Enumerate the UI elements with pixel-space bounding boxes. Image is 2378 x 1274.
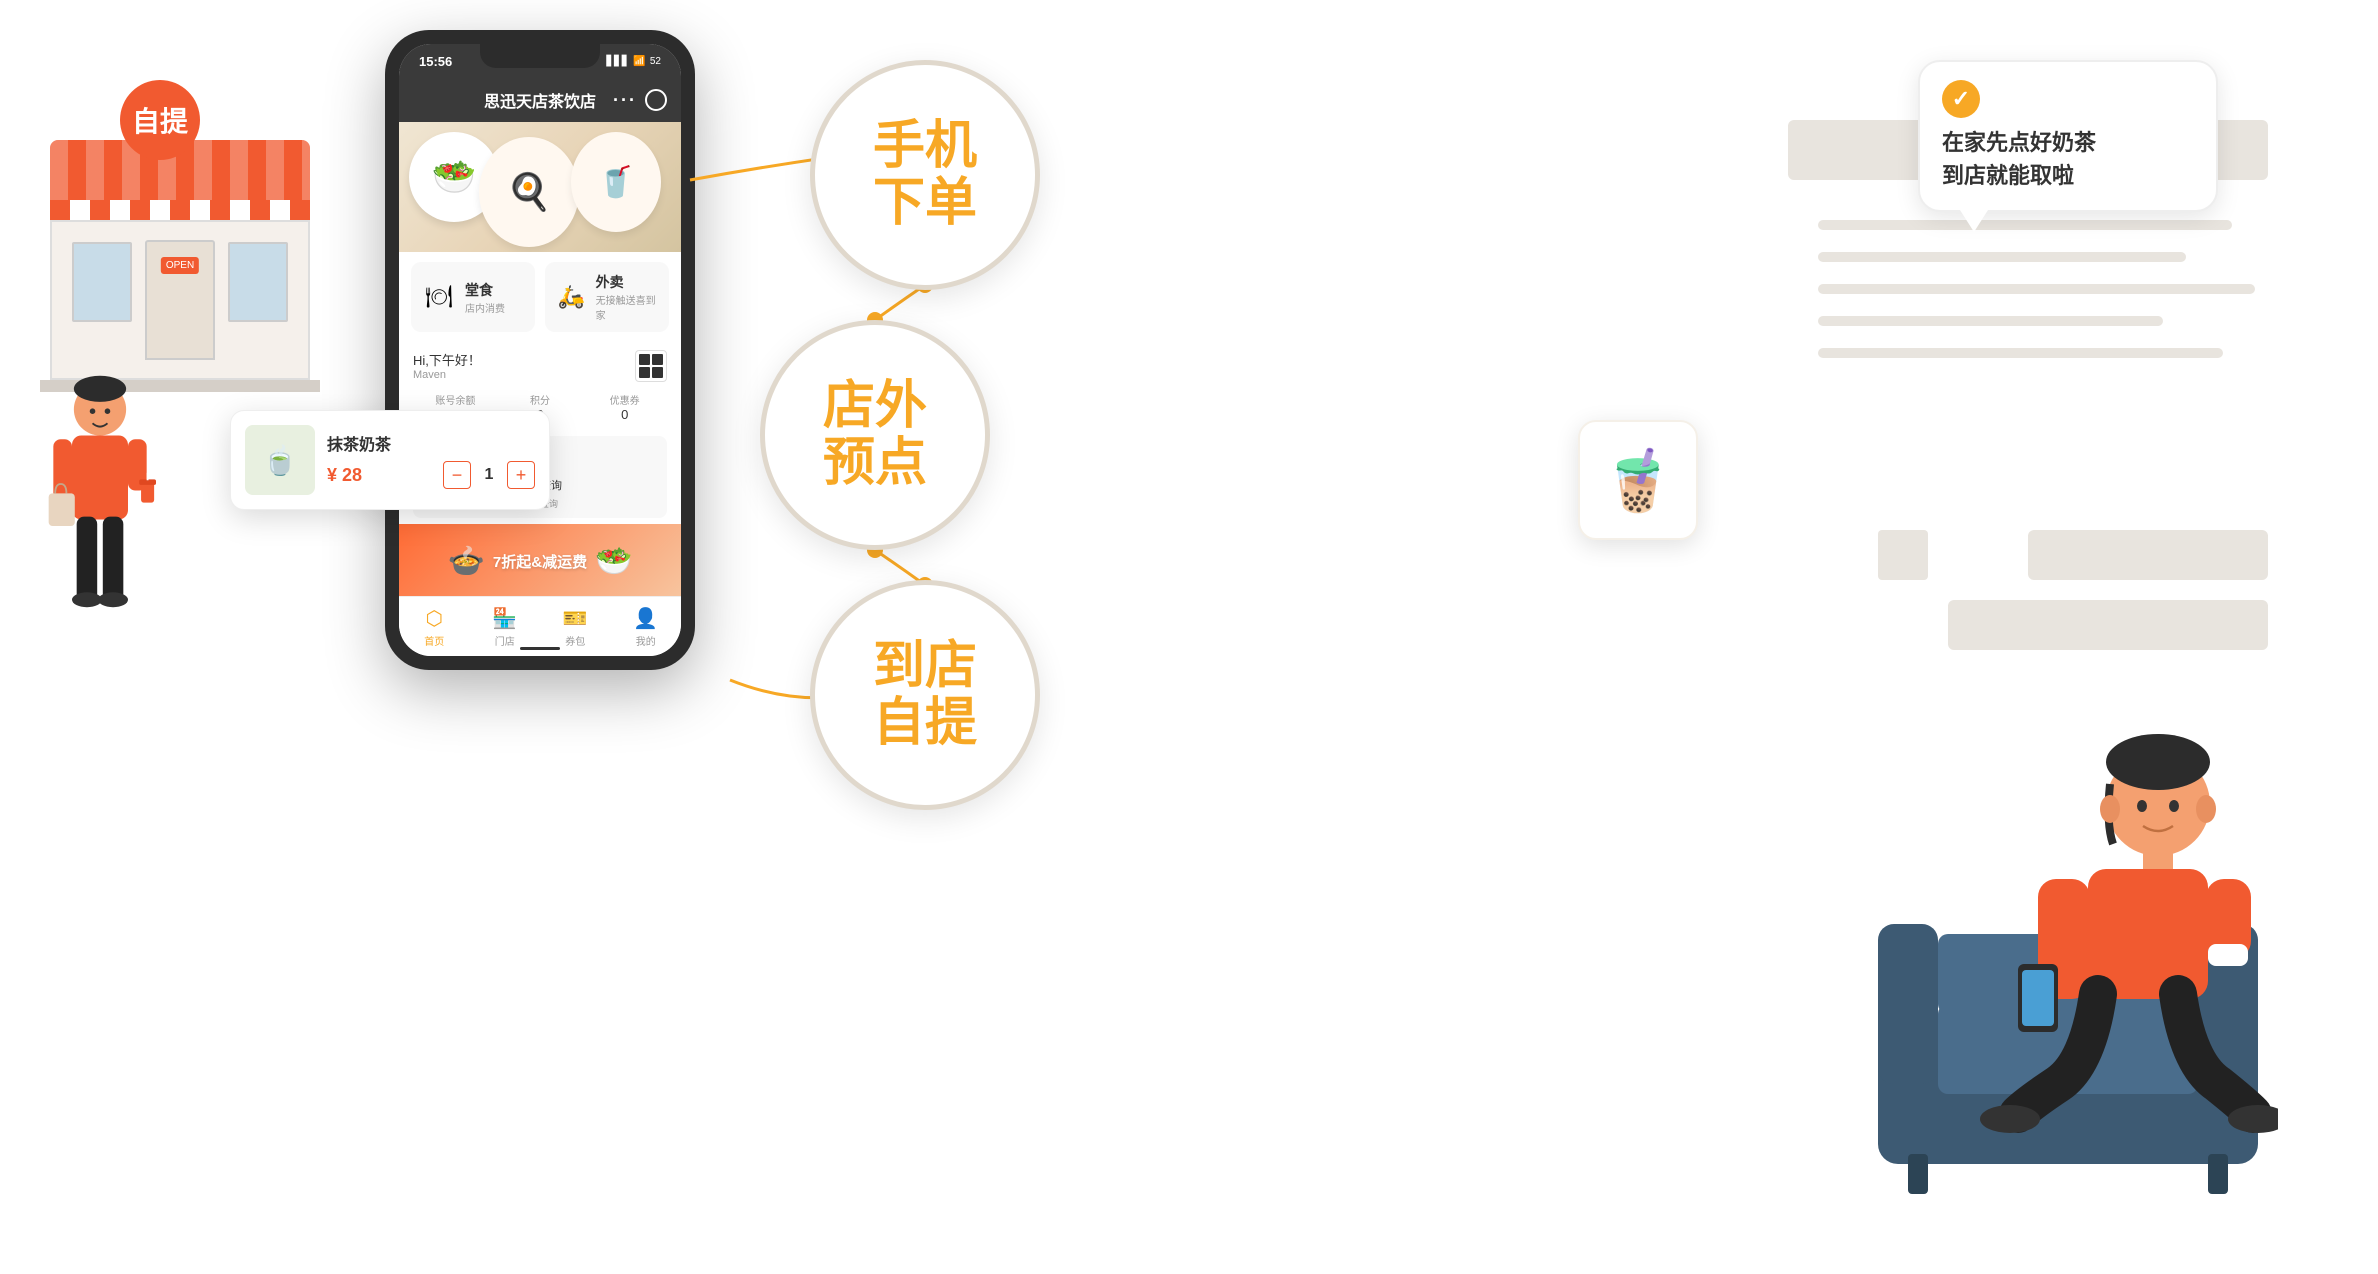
dine-in-subtitle: 店内消费 bbox=[465, 300, 505, 315]
bg-line-2 bbox=[1818, 252, 2186, 262]
wifi-icon: 📶 bbox=[633, 56, 645, 67]
store-illustration: 自提 OPEN bbox=[20, 80, 340, 392]
battery-indicator: 52 bbox=[650, 56, 661, 67]
dine-in-title: 堂食 bbox=[465, 280, 505, 300]
bg-decorative-lines bbox=[1818, 220, 2278, 380]
drink-icon-card: 🧋 bbox=[1578, 420, 1698, 540]
sitting-person-illustration bbox=[1858, 644, 2278, 1224]
phone-mockup: 15:56 ▋▋▋ 📶 52 思迅天店茶饮店 ··· 🥗 🍳 bbox=[370, 30, 710, 670]
promo-food-icon: 🍲 bbox=[448, 544, 485, 579]
product-image: 🍵 bbox=[245, 425, 315, 495]
bubble-tail bbox=[1960, 210, 1988, 232]
status-time: 15:56 bbox=[419, 54, 452, 69]
home-nav-icon: ⬡ bbox=[426, 606, 443, 631]
circle-pickup-label: 到店 自提 bbox=[873, 638, 977, 752]
more-options-icon[interactable]: ··· bbox=[613, 90, 637, 111]
home-nav-label: 首页 bbox=[424, 633, 444, 648]
bg-rect-mid bbox=[2028, 530, 2268, 580]
phone-notch bbox=[480, 44, 600, 68]
app-title: 思迅天店茶饮店 bbox=[484, 88, 596, 112]
speech-bubble: ✓ 在家先点好奶茶 到店就能取啦 bbox=[1918, 60, 2218, 212]
store-building: OPEN bbox=[20, 140, 340, 392]
nav-bag[interactable]: 🎫 券包 bbox=[540, 606, 611, 648]
food-plate-3: 🥤 bbox=[571, 132, 661, 232]
circle-pickup: 到店 自提 bbox=[810, 580, 1040, 810]
store-door: OPEN bbox=[145, 240, 215, 360]
signal-icon: ▋▋▋ bbox=[606, 56, 629, 67]
store-window-left bbox=[72, 242, 132, 322]
points-label: 积分 bbox=[498, 392, 583, 407]
me-nav-icon: 👤 bbox=[633, 606, 658, 631]
nav-home[interactable]: ⬡ 首页 bbox=[399, 606, 470, 648]
bag-nav-label: 券包 bbox=[565, 633, 585, 648]
phone-outer-frame: 15:56 ▋▋▋ 📶 52 思迅天店茶饮店 ··· 🥗 🍳 bbox=[385, 30, 695, 670]
store-nav-icon: 🏪 bbox=[492, 606, 517, 631]
promo-banner: 🍲 7折起&减运费 🥗 bbox=[399, 524, 681, 599]
greeting-section: Hi,下午好！ Maven bbox=[399, 342, 681, 388]
product-info: 抹茶奶茶 ¥ 28 − 1 + bbox=[327, 431, 535, 489]
store-door-sign: OPEN bbox=[161, 257, 199, 274]
product-price: ¥ 28 bbox=[327, 465, 362, 486]
bg-small-rect bbox=[1878, 530, 1928, 580]
circle-mobile-order-label: 手机 下单 bbox=[873, 118, 977, 232]
service-cards-row: 🍽 堂食 店内消费 🛵 外卖 无接触送喜到家 bbox=[399, 252, 681, 342]
bubble-checkmark-icon: ✓ bbox=[1942, 80, 1980, 118]
store-nav-label: 门店 bbox=[495, 633, 515, 648]
circle-mobile-order: 手机 下单 bbox=[810, 60, 1040, 290]
app-header: 思迅天店茶饮店 ··· bbox=[399, 78, 681, 122]
right-illustration: ✓ 在家先点好奶茶 到店就能取啦 🧋 bbox=[1478, 0, 2378, 1274]
bg-line-5 bbox=[1818, 348, 2223, 358]
hero-food-image: 🥗 🍳 🥤 bbox=[399, 122, 681, 252]
delivery-title: 外卖 bbox=[596, 272, 659, 292]
drink-icon: 🧋 bbox=[1601, 445, 1676, 516]
store-window-right bbox=[228, 242, 288, 322]
qty-decrease-button[interactable]: − bbox=[443, 461, 471, 489]
store-front: OPEN bbox=[50, 220, 310, 380]
food-plate-2: 🍳 bbox=[479, 137, 579, 247]
nav-store[interactable]: 🏪 门店 bbox=[470, 606, 541, 648]
bag-nav-icon: 🎫 bbox=[563, 606, 588, 631]
bottom-navigation: ⬡ 首页 🏪 门店 🎫 券包 👤 我的 bbox=[399, 596, 681, 656]
coupon-label: 优惠券 bbox=[582, 392, 667, 407]
circle-outside-order: 店外 预点 bbox=[760, 320, 990, 550]
dine-in-icon: 🍽 bbox=[421, 279, 457, 315]
bubble-text: 在家先点好奶茶 到店就能取啦 bbox=[1942, 126, 2194, 192]
coupon-stat: 优惠券 0 bbox=[582, 392, 667, 422]
coupon-value: 0 bbox=[582, 407, 667, 422]
bg-line-4 bbox=[1818, 316, 2163, 326]
product-name: 抹茶奶茶 bbox=[327, 431, 535, 455]
bg-line-1 bbox=[1818, 220, 2232, 230]
greeting-text: Hi,下午好！ bbox=[413, 350, 481, 369]
qty-increase-button[interactable]: + bbox=[507, 461, 535, 489]
promo-text: 7折起&减运费 bbox=[493, 551, 587, 572]
balance-label: 账号余额 bbox=[413, 392, 498, 407]
delivery-icon: 🛵 bbox=[555, 279, 588, 315]
qr-code-icon[interactable] bbox=[635, 350, 667, 382]
phone-screen: 15:56 ▋▋▋ 📶 52 思迅天店茶饮店 ··· 🥗 🍳 bbox=[399, 44, 681, 656]
bg-rect-bottom bbox=[1948, 600, 2268, 650]
qty-number: 1 bbox=[479, 466, 499, 484]
product-card-overlay: 🍵 抹茶奶茶 ¥ 28 − 1 + bbox=[230, 410, 550, 510]
dine-in-card[interactable]: 🍽 堂食 店内消费 bbox=[411, 262, 535, 332]
user-name: Maven bbox=[413, 369, 481, 381]
delivery-subtitle: 无接触送喜到家 bbox=[596, 292, 659, 322]
delivery-card[interactable]: 🛵 外卖 无接触送喜到家 bbox=[545, 262, 669, 332]
nav-indicator bbox=[520, 647, 560, 650]
status-icons: ▋▋▋ 📶 52 bbox=[606, 56, 661, 67]
circle-outside-order-label: 店外 预点 bbox=[823, 378, 927, 492]
bg-line-3 bbox=[1818, 284, 2255, 294]
me-nav-label: 我的 bbox=[636, 633, 656, 648]
promo-food-icon2: 🥗 bbox=[595, 544, 632, 579]
self-pickup-label: 自提 bbox=[120, 80, 200, 160]
nav-me[interactable]: 👤 我的 bbox=[611, 606, 682, 648]
person-left-illustration bbox=[40, 372, 160, 652]
qr-scan-icon[interactable] bbox=[645, 89, 667, 111]
quantity-control: − 1 + bbox=[443, 461, 535, 489]
